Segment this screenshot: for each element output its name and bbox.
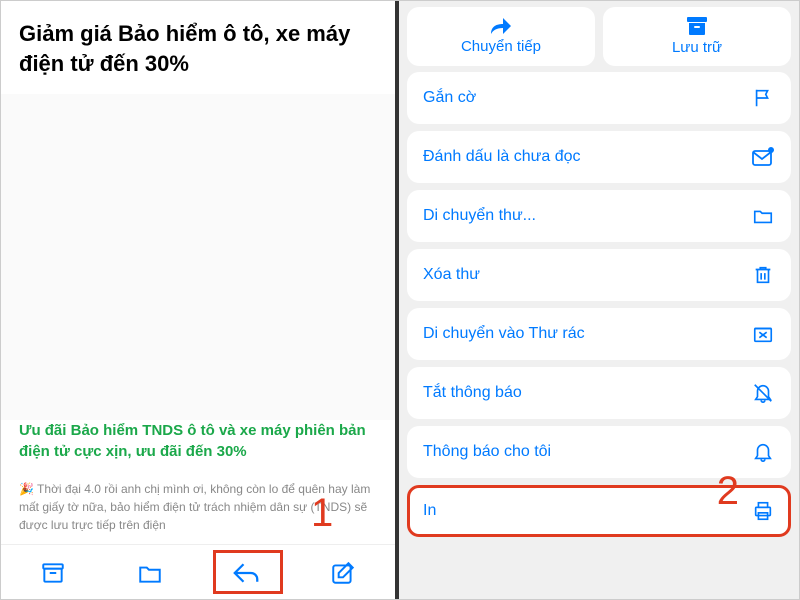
archive-button[interactable] <box>23 555 83 591</box>
delete-mail-label: Xóa thư <box>423 266 480 284</box>
notify-me-label: Thông báo cho tôi <box>423 443 551 461</box>
archive-card[interactable]: Lưu trữ <box>603 7 791 66</box>
print-label: In <box>423 502 436 520</box>
folder-icon <box>137 560 163 586</box>
step1-highlight <box>213 550 283 594</box>
flag-label: Gắn cờ <box>423 89 476 107</box>
mark-unread-label: Đánh dấu là chưa đọc <box>423 148 580 166</box>
flag-item[interactable]: Gắn cờ <box>407 72 791 124</box>
move-junk-item[interactable]: Di chuyển vào Thư rác <box>407 308 791 360</box>
promo-heading: Ưu đãi Bảo hiểm TNDS ô tô và xe máy phiê… <box>19 420 377 462</box>
compose-button[interactable] <box>313 555 373 591</box>
flag-icon <box>751 86 775 110</box>
mail-subject: Giảm giá Bảo hiểm ô tô, xe máy điện tử đ… <box>19 19 377 78</box>
action-sheet-panel: Chuyển tiếp Lưu trữ Gắn cờ Đánh dấu là c… <box>399 1 799 599</box>
step2-number: 2 <box>717 469 739 514</box>
bell-icon <box>751 440 775 464</box>
step1-number: 1 <box>311 491 333 536</box>
forward-icon <box>488 16 514 36</box>
move-mail-label: Di chuyển thư... <box>423 207 536 225</box>
archive-box-icon <box>40 560 66 586</box>
forward-label: Chuyển tiếp <box>461 38 541 55</box>
mute-label: Tắt thông báo <box>423 384 522 402</box>
forward-card[interactable]: Chuyển tiếp <box>407 7 595 66</box>
archive-icon <box>684 15 710 37</box>
bell-off-icon <box>751 381 775 405</box>
bottom-toolbar <box>1 544 395 599</box>
compose-icon <box>330 560 356 586</box>
move-mail-item[interactable]: Di chuyển thư... <box>407 190 791 242</box>
mark-unread-item[interactable]: Đánh dấu là chưa đọc <box>407 131 791 183</box>
mail-body-spacer <box>1 94 395 420</box>
mute-item[interactable]: Tắt thông báo <box>407 367 791 419</box>
move-junk-label: Di chuyển vào Thư rác <box>423 325 585 343</box>
print-icon <box>751 499 775 523</box>
mail-unread-icon <box>751 145 775 169</box>
delete-mail-item[interactable]: Xóa thư <box>407 249 791 301</box>
junk-icon <box>751 322 775 346</box>
trash-icon <box>751 263 775 287</box>
folder-icon <box>751 204 775 228</box>
mail-view-panel: Giảm giá Bảo hiểm ô tô, xe máy điện tử đ… <box>1 1 399 599</box>
folder-button[interactable] <box>120 555 180 591</box>
archive-label: Lưu trữ <box>672 39 722 56</box>
